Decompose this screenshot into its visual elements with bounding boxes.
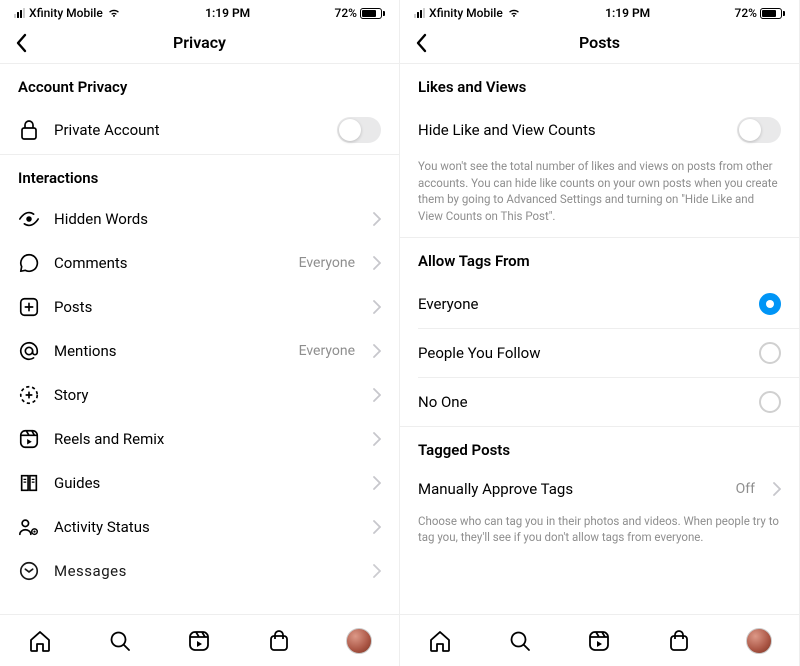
phone-privacy: Xfinity Mobile 1:19 PM 72% Privacy Accou… <box>0 0 400 666</box>
status-bar: Xfinity Mobile 1:19 PM 72% <box>0 0 399 22</box>
reels-icon <box>18 428 40 450</box>
hide-counts-help: You won't see the total number of likes … <box>400 154 799 237</box>
mentions-value: Everyone <box>299 343 355 359</box>
signal-icon <box>414 8 425 18</box>
privacy-content: Account Privacy Private Account Interact… <box>0 64 399 666</box>
hidden-words-icon <box>18 208 40 230</box>
chevron-right-icon <box>373 212 381 226</box>
comment-icon <box>18 252 40 274</box>
posts-icon <box>18 296 40 318</box>
nav-shop[interactable] <box>266 628 292 654</box>
chevron-right-icon <box>373 520 381 534</box>
private-account-row[interactable]: Private Account <box>0 106 399 154</box>
profile-avatar <box>746 628 772 654</box>
messages-row[interactable]: Messages <box>0 549 399 582</box>
back-button[interactable] <box>408 27 434 59</box>
section-interactions: Interactions <box>0 155 399 197</box>
tags-following-row[interactable]: People You Follow <box>400 329 799 377</box>
radio-selected-icon <box>759 293 781 315</box>
nav-header: Privacy <box>0 22 399 64</box>
chevron-right-icon <box>773 482 781 496</box>
status-time: 1:19 PM <box>605 6 650 20</box>
section-account-privacy: Account Privacy <box>0 64 399 106</box>
battery-icon <box>360 8 385 19</box>
chevron-right-icon <box>373 564 381 578</box>
radio-unselected-icon <box>759 342 781 364</box>
chevron-right-icon <box>373 432 381 446</box>
nav-search[interactable] <box>107 628 133 654</box>
battery-pct: 72% <box>335 6 357 20</box>
phone-posts: Xfinity Mobile 1:19 PM 72% Posts Likes a… <box>400 0 800 666</box>
nav-header: Posts <box>400 22 799 64</box>
comments-value: Everyone <box>299 255 355 271</box>
activity-status-row[interactable]: Activity Status <box>0 505 399 549</box>
messages-icon <box>18 560 40 582</box>
signal-icon <box>14 8 25 18</box>
battery-pct: 72% <box>735 6 757 20</box>
chevron-right-icon <box>373 476 381 490</box>
tags-noone-row[interactable]: No One <box>400 378 799 426</box>
hide-counts-label: Hide Like and View Counts <box>418 121 723 139</box>
posts-row[interactable]: Posts <box>0 285 399 329</box>
wifi-icon <box>507 8 521 18</box>
nav-profile[interactable] <box>746 628 772 654</box>
nav-reels[interactable] <box>586 628 612 654</box>
activity-icon <box>18 516 40 538</box>
comments-row[interactable]: Comments Everyone <box>0 241 399 285</box>
tags-everyone-row[interactable]: Everyone <box>400 280 799 328</box>
story-row[interactable]: Story <box>0 373 399 417</box>
battery-icon <box>760 8 785 19</box>
bottom-nav <box>0 614 399 666</box>
carrier-label: Xfinity Mobile <box>429 6 503 20</box>
private-account-toggle[interactable] <box>337 117 381 143</box>
guides-row[interactable]: Guides <box>0 461 399 505</box>
status-bar: Xfinity Mobile 1:19 PM 72% <box>400 0 799 22</box>
section-likes-views: Likes and Views <box>400 64 799 106</box>
profile-avatar <box>346 628 372 654</box>
tagged-help: Choose who can tag you in their photos a… <box>400 509 799 558</box>
hidden-words-row[interactable]: Hidden Words <box>0 197 399 241</box>
bottom-nav <box>400 614 799 666</box>
status-time: 1:19 PM <box>205 6 250 20</box>
chevron-right-icon <box>373 388 381 402</box>
mentions-row[interactable]: Mentions Everyone <box>0 329 399 373</box>
manually-approve-value: Off <box>736 481 755 497</box>
page-title: Privacy <box>173 33 226 52</box>
posts-content: Likes and Views Hide Like and View Count… <box>400 64 799 666</box>
manually-approve-row[interactable]: Manually Approve Tags Off <box>400 469 799 509</box>
page-title: Posts <box>579 33 620 52</box>
nav-shop[interactable] <box>666 628 692 654</box>
lock-icon <box>18 119 40 141</box>
hide-counts-row[interactable]: Hide Like and View Counts <box>400 106 799 154</box>
nav-profile[interactable] <box>346 628 372 654</box>
carrier-label: Xfinity Mobile <box>29 6 103 20</box>
manually-approve-label: Manually Approve Tags <box>418 480 722 498</box>
section-tagged-posts: Tagged Posts <box>400 427 799 469</box>
chevron-right-icon <box>373 344 381 358</box>
wifi-icon <box>107 8 121 18</box>
radio-unselected-icon <box>759 391 781 413</box>
private-account-label: Private Account <box>54 121 323 139</box>
tags-following-label: People You Follow <box>418 344 541 362</box>
nav-home[interactable] <box>27 628 53 654</box>
chevron-right-icon <box>373 300 381 314</box>
tags-everyone-label: Everyone <box>418 295 478 313</box>
nav-reels[interactable] <box>186 628 212 654</box>
chevron-right-icon <box>373 256 381 270</box>
back-button[interactable] <box>8 27 34 59</box>
reels-row[interactable]: Reels and Remix <box>0 417 399 461</box>
mentions-icon <box>18 340 40 362</box>
section-allow-tags: Allow Tags From <box>400 238 799 280</box>
nav-home[interactable] <box>427 628 453 654</box>
tags-noone-label: No One <box>418 393 468 411</box>
nav-search[interactable] <box>507 628 533 654</box>
hide-counts-toggle[interactable] <box>737 117 781 143</box>
guides-icon <box>18 472 40 494</box>
story-icon <box>18 384 40 406</box>
